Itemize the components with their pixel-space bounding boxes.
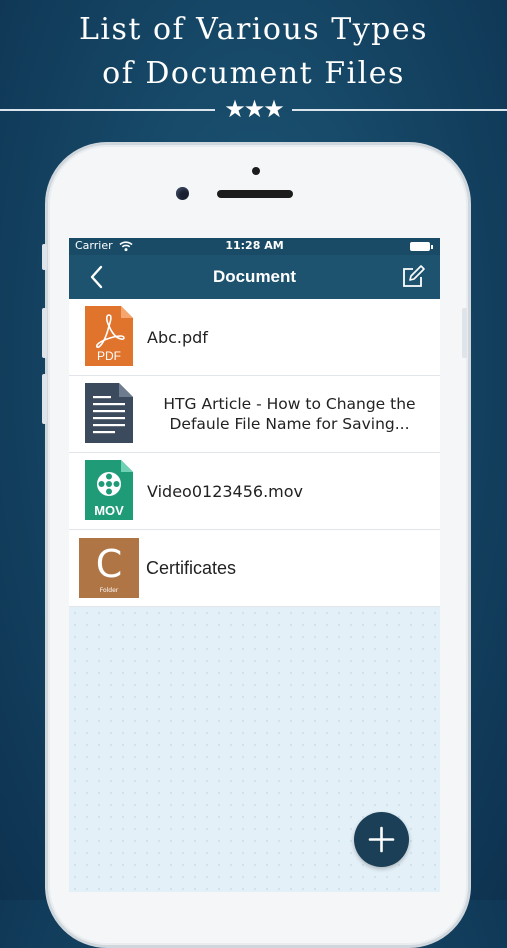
chevron-left-icon[interactable]	[83, 263, 111, 291]
file-name-line-1: HTG Article - How to Change the	[163, 395, 416, 413]
stars-decoration: ★★★	[224, 95, 285, 123]
phone-power-button	[462, 308, 467, 358]
divider-right	[292, 109, 507, 111]
nav-bar: Document	[69, 255, 440, 299]
file-name: Video0123456.mov	[147, 481, 304, 501]
divider-left	[0, 109, 215, 111]
phone-volume-up	[42, 308, 47, 358]
promo-title-line-2: of Document Files	[102, 56, 405, 91]
file-name-line-2: Defaule File Name for Saving...	[169, 415, 410, 433]
nav-title: Document	[212, 267, 297, 286]
file-name: HTG Article - How to Change the Defaule …	[147, 376, 432, 452]
app-screen: Carrier 11:28 AM Document PDF Abc.pdf HT…	[69, 238, 440, 892]
phone-sensor	[252, 167, 260, 175]
status-bar: Carrier 11:28 AM	[69, 238, 440, 255]
compose-icon[interactable]	[400, 264, 426, 290]
list-item[interactable]: C Folder Certificates	[69, 530, 440, 607]
phone-mute-switch	[42, 244, 47, 270]
phone-speaker	[217, 190, 293, 198]
video-file-icon: MOV	[85, 460, 133, 520]
promo-title-line-1: List of Various Types	[78, 12, 429, 47]
promo-title: List of Various Types of Document Files	[0, 8, 507, 96]
folder-name: Certificates	[146, 557, 237, 578]
folder-caption: Folder	[99, 587, 119, 594]
folder-letter: C	[95, 542, 123, 586]
battery-icon	[410, 242, 433, 251]
status-time: 11:28 AM	[225, 239, 284, 252]
pdf-file-icon: PDF	[85, 306, 133, 366]
folder-icon: C Folder	[79, 538, 139, 598]
text-document-icon	[85, 383, 133, 443]
list-item[interactable]: PDF Abc.pdf	[69, 299, 440, 376]
list-item[interactable]: HTG Article - How to Change the Defaule …	[69, 376, 440, 453]
phone-camera	[176, 187, 189, 200]
list-item[interactable]: MOV Video0123456.mov	[69, 453, 440, 530]
plus-icon	[368, 826, 395, 853]
file-name: Abc.pdf	[147, 327, 208, 347]
file-list: PDF Abc.pdf HTG Article - How to Change …	[69, 299, 440, 607]
phone-volume-down	[42, 374, 47, 424]
add-button[interactable]	[354, 812, 409, 867]
pdf-badge-text: PDF	[97, 349, 121, 363]
mov-badge-text: MOV	[94, 503, 124, 518]
